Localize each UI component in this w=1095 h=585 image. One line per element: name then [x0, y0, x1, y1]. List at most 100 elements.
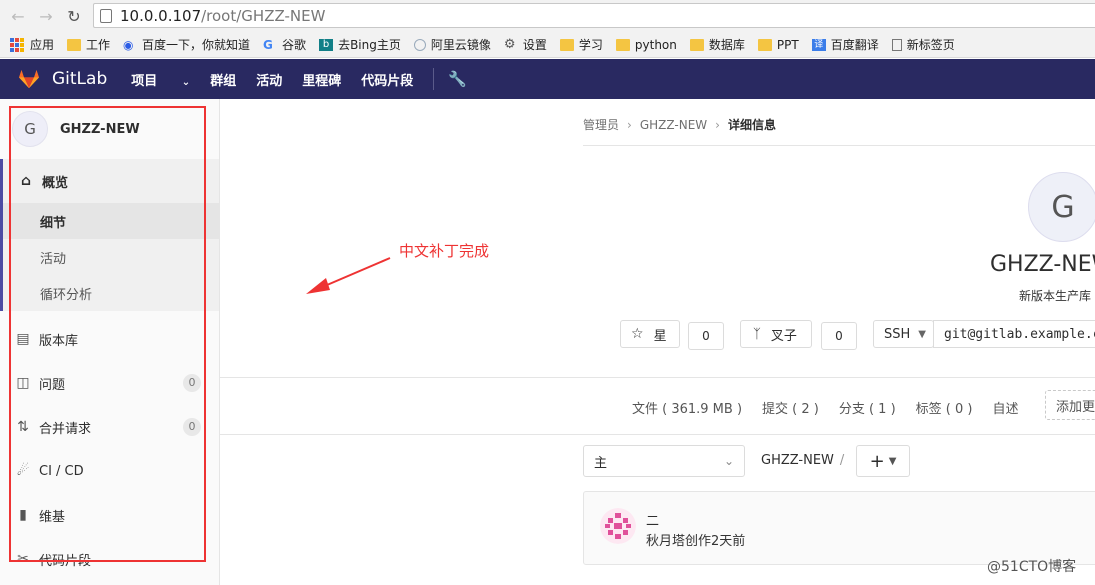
address-bar[interactable]: 10.0.0.107/root/GHZZ-NEW [93, 3, 1095, 28]
bookmark-bing[interactable]: b 去Bing主页 [319, 36, 401, 53]
bookmark-work[interactable]: 工作 [67, 36, 110, 53]
add-file-dropdown[interactable]: + ▼ [856, 445, 910, 477]
watermark: @51CTO博客 [987, 559, 1077, 575]
apps-grid-icon [10, 37, 24, 52]
chevron-down-icon: ⌄ [723, 454, 734, 468]
repo-path: GHZZ-NEW / [761, 453, 845, 468]
forward-icon[interactable]: → [32, 7, 60, 26]
breadcrumb: 管理员 › GHZZ-NEW › 详细信息 [583, 116, 776, 133]
identicon-avatar[interactable] [600, 508, 636, 544]
stat-branches[interactable]: 分支 ( 1 ) [839, 398, 896, 417]
book-icon: ▤ [16, 331, 30, 347]
last-commit: 二 秋月塔创作2天前 [583, 491, 1095, 565]
sidebar-overview-group: ⌂ 概览 细节 活动 循环分析 [0, 159, 219, 311]
bookmark-aliyun[interactable]: 阿里云镜像 [413, 36, 491, 53]
browser-toolbar: ← → ↻ 10.0.0.107/root/GHZZ-NEW [0, 0, 1095, 32]
scissors-icon: ✂ [17, 551, 29, 567]
breadcrumb-current: 详细信息 [727, 118, 776, 132]
sidebar-sub-activity[interactable]: 活动 [3, 239, 219, 275]
merge-requests-count-badge: 0 [183, 418, 201, 436]
star-button[interactable]: ☆ 星 [620, 320, 680, 348]
clone-url-input[interactable]: git@gitlab.example.com:root/GHZZ-NEW.git [933, 320, 1095, 348]
main-nav: 项目 ⌄ 群组 活动 里程碑 代码片段 [131, 70, 433, 89]
stat-files[interactable]: 文件 ( 361.9 MB ) [632, 398, 742, 417]
breadcrumb-admin[interactable]: 管理员 [583, 116, 619, 133]
chevron-down-icon: ▼ [918, 328, 926, 340]
sidebar-item-overview[interactable]: ⌂ 概览 [3, 159, 219, 203]
reload-icon[interactable]: ↻ [60, 7, 88, 26]
merge-request-icon: ⇅ [17, 419, 29, 435]
stat-readme[interactable]: 自述 [992, 398, 1018, 417]
chevron-right-icon: › [627, 117, 632, 132]
annotation-text: 中文补丁完成 [399, 242, 490, 260]
gitlab-brand[interactable]: GitLab [52, 69, 107, 89]
wiki-book-icon: ▮ [19, 507, 27, 523]
commit-meta: 秋月塔创作2天前 [646, 534, 746, 549]
sidebar-item-merge-requests[interactable]: ⇅ 合并请求 0 [0, 405, 219, 449]
issues-count-badge: 0 [183, 374, 201, 392]
wrench-icon[interactable]: 🔧 [448, 70, 467, 88]
bookmark-python[interactable]: python [615, 38, 677, 52]
sidebar-item-snippets[interactable]: ✂ 代码片段 [0, 537, 219, 581]
star-count[interactable]: 0 [688, 322, 724, 350]
bookmark-database[interactable]: 数据库 [689, 36, 745, 53]
bookmark-study[interactable]: 学习 [559, 36, 603, 53]
sidebar-item-repository[interactable]: ▤ 版本库 [0, 317, 219, 361]
bookmark-apps[interactable]: 应用 [10, 36, 54, 53]
bookmarks-bar: 应用 工作 ◉ 百度一下，你就知道 G 谷歌 b 去Bing主页 阿里云镜像 ⚙ 设置 … [0, 32, 1095, 58]
fork-icon: ᛉ [753, 326, 761, 342]
bookmark-google[interactable]: G 谷歌 [263, 36, 306, 53]
sidebar-project-name: GHZZ-NEW [60, 121, 140, 137]
project-stats: 文件 ( 361.9 MB ) 提交 ( 2 ) 分支 ( 1 ) 标签 ( 0… [632, 398, 1038, 417]
sidebar-item-ci-cd[interactable]: ☄ CI / CD [0, 449, 219, 493]
stat-commits[interactable]: 提交 ( 2 ) [762, 398, 819, 417]
nav-activity[interactable]: 活动 [256, 70, 282, 89]
add-changelog-button[interactable]: 添加更改日志 [1045, 390, 1095, 420]
annotation-arrow [306, 257, 391, 294]
folder-icon [615, 38, 630, 51]
translate-icon: 译 [811, 38, 826, 51]
header-divider [433, 68, 435, 90]
issues-icon: ◫ [16, 375, 30, 391]
bookmark-translate[interactable]: 译百度翻译 [811, 36, 879, 53]
ssh-dropdown[interactable]: SSH ▼ [873, 320, 934, 348]
project-avatar: G [12, 111, 48, 147]
sidebar-item-wiki[interactable]: ▮ 维基 [0, 493, 219, 537]
nav-groups[interactable]: 群组 [210, 70, 236, 89]
sidebar-sub-cycle-analytics[interactable]: 循环分析 [3, 275, 219, 311]
gitlab-header: GitLab 项目 ⌄ 群组 活动 里程碑 代码片段 🔧 [0, 59, 1095, 99]
stats-divider-bottom [220, 434, 1095, 435]
bookmark-newtab[interactable]: 新标签页 [891, 36, 955, 53]
bookmark-settings[interactable]: ⚙ 设置 [504, 36, 547, 53]
sidebar-project-header[interactable]: G GHZZ-NEW [0, 99, 219, 159]
url-host: 10.0.0.107 [120, 6, 202, 25]
folder-icon [67, 38, 82, 51]
chevron-down-icon: ▼ [888, 455, 897, 467]
nav-projects[interactable]: 项目 ⌄ [131, 70, 190, 89]
fork-count[interactable]: 0 [821, 322, 857, 350]
fork-button[interactable]: ᛉ 叉子 [740, 320, 812, 348]
back-icon[interactable]: ← [4, 7, 32, 26]
page-icon [891, 38, 902, 51]
gitlab-logo-icon[interactable] [16, 69, 42, 89]
sidebar-sub-details[interactable]: 细节 [3, 203, 219, 239]
stats-divider-top [220, 377, 1095, 378]
chevron-right-icon: › [715, 117, 720, 132]
bookmark-ppt[interactable]: PPT [757, 38, 799, 52]
sidebar-item-issues[interactable]: ◫ 问题 0 [0, 361, 219, 405]
bookmark-baidu[interactable]: ◉ 百度一下，你就知道 [123, 36, 250, 53]
nav-snippets[interactable]: 代码片段 [361, 70, 413, 89]
nav-milestones[interactable]: 里程碑 [302, 70, 341, 89]
baidu-paw-icon: ◉ [123, 37, 134, 52]
folder-icon [689, 38, 704, 51]
page-icon [100, 8, 112, 23]
stat-tags[interactable]: 标签 ( 0 ) [916, 398, 973, 417]
commit-title[interactable]: 二 [646, 510, 659, 529]
google-icon: G [263, 37, 273, 52]
star-icon: ☆ [631, 326, 644, 342]
bing-icon: b [319, 38, 334, 51]
folder-icon [757, 38, 772, 51]
branch-selector[interactable]: 主 ⌄ [583, 445, 745, 477]
breadcrumb-divider [583, 145, 1095, 146]
breadcrumb-project[interactable]: GHZZ-NEW [640, 118, 707, 132]
